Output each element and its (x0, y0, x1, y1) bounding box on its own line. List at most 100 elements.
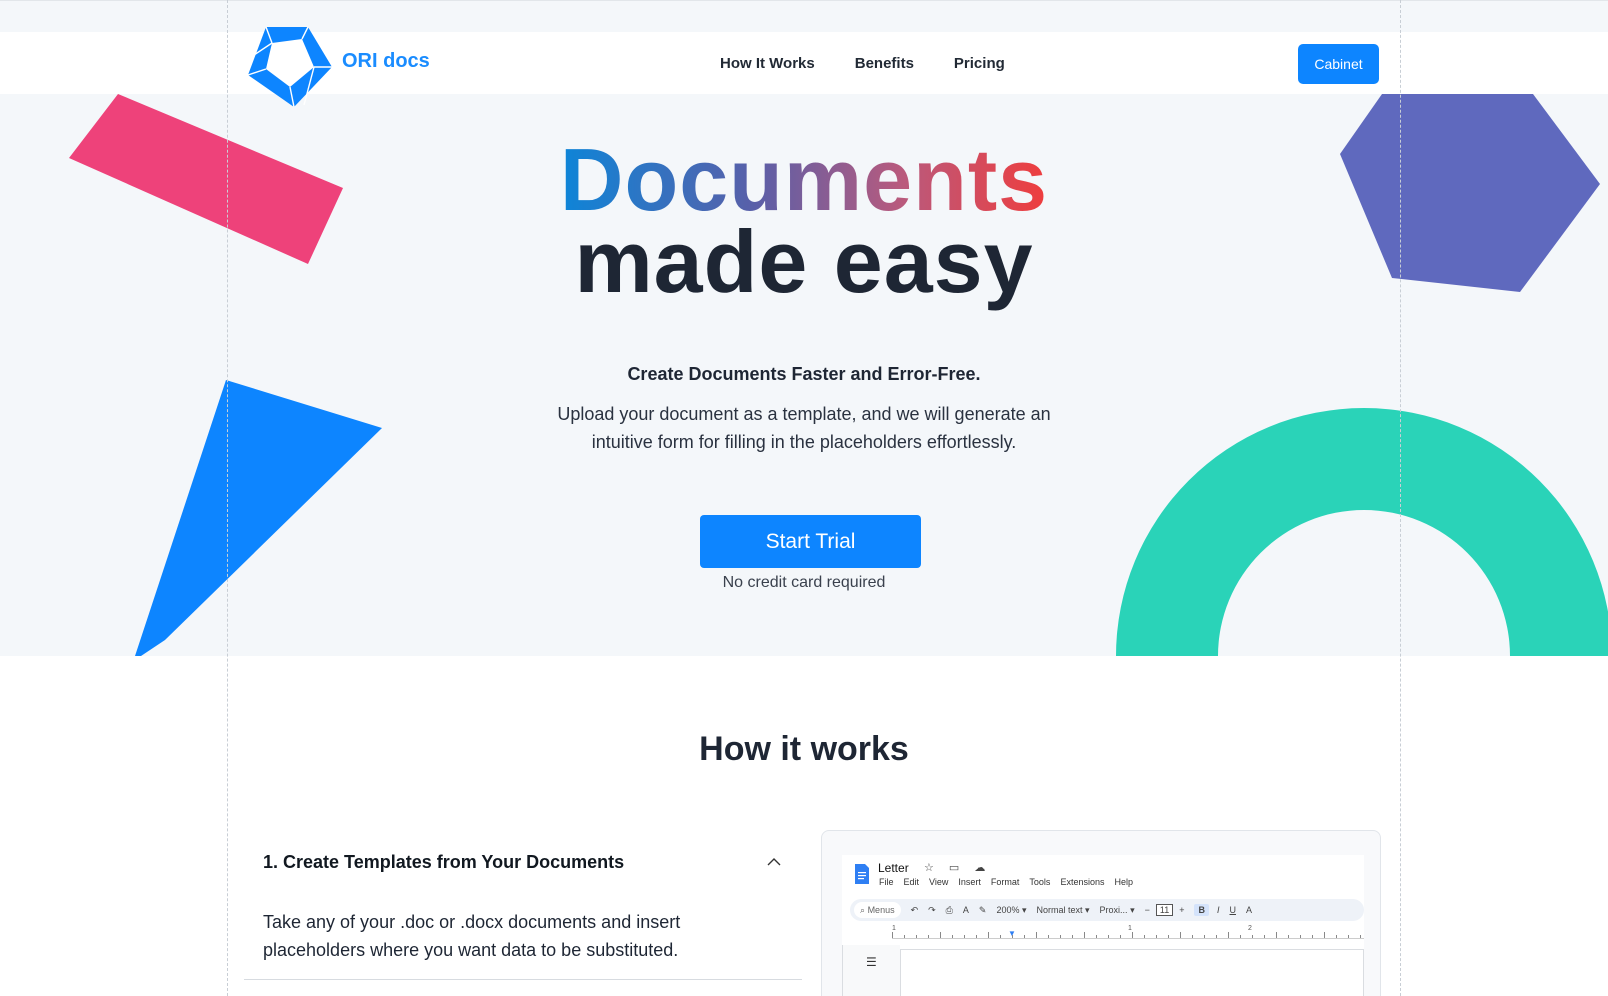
ruler-tick (1264, 935, 1265, 938)
search-icon: ⌕ (860, 904, 866, 915)
hero-title-line1: Documents (559, 130, 1049, 229)
bold-button[interactable]: B (1194, 904, 1209, 916)
ori-pentagon-logo-icon[interactable] (244, 23, 334, 107)
ruler-tick (1132, 932, 1133, 938)
italic-button[interactable]: I (1217, 905, 1220, 915)
doc-toolbar: ⌕ Menus ↶ ↷ ⎙ A ✎ 200% ▾ Normal text ▾ P… (850, 899, 1364, 921)
docs-file-icon (855, 864, 869, 884)
chevron-up-icon[interactable] (766, 856, 782, 868)
menu-edit[interactable]: Edit (904, 877, 920, 887)
ruler-tick (1300, 935, 1301, 938)
ruler-number: 1 (892, 925, 896, 932)
accordion-step-title[interactable]: 1. Create Templates from Your Documents (263, 852, 624, 873)
ruler-tick (1360, 935, 1361, 938)
menu-search[interactable]: ⌕ Menus (854, 902, 901, 918)
doc-page[interactable] (900, 949, 1364, 996)
doc-title-icons[interactable]: ☆ ▭ ☁ (924, 861, 991, 874)
ruler-tick (940, 932, 941, 938)
doc-menu-bar: File Edit View Insert Format Tools Exten… (879, 877, 1143, 887)
cabinet-button[interactable]: Cabinet (1298, 44, 1379, 84)
spellcheck-icon[interactable]: A (963, 905, 969, 915)
accordion-step-body: Take any of your .doc or .docx documents… (263, 912, 681, 960)
hero-subtitle: Create Documents Faster and Error-Free. (627, 364, 981, 384)
ruler-tick (1228, 932, 1229, 938)
font-select[interactable]: Proxi... ▾ (1100, 905, 1135, 916)
style-value: Normal text (1036, 904, 1083, 915)
document-preview: Letter ☆ ▭ ☁ File Edit View Insert Forma… (821, 830, 1381, 996)
editor-window: Letter ☆ ▭ ☁ File Edit View Insert Forma… (842, 855, 1364, 996)
brand-name[interactable]: ORI docs (342, 50, 430, 73)
ruler-tick (952, 935, 953, 938)
undo-icon[interactable]: ↶ (911, 905, 919, 916)
ruler-tick (1216, 935, 1217, 938)
font-size-decrease-icon[interactable]: − (1145, 905, 1150, 915)
menu-insert[interactable]: Insert (958, 877, 981, 887)
redo-icon[interactable]: ↷ (928, 905, 936, 916)
ruler-tick (1072, 935, 1073, 938)
hero-description: Upload your document as a template, and … (557, 404, 1051, 452)
top-strip (0, 0, 1608, 32)
font-size-input[interactable]: 11 (1155, 904, 1174, 916)
ruler-tick (1192, 935, 1193, 938)
ruler-tick (1120, 935, 1121, 938)
ruler-tick (1252, 935, 1253, 938)
nav-pricing[interactable]: Pricing (954, 55, 1005, 72)
ruler-number: 2 (1248, 925, 1252, 932)
ruler-tick (1180, 932, 1181, 938)
ruler-tick (1144, 935, 1145, 938)
ruler-tick (1288, 935, 1289, 938)
guide-line-right (1400, 0, 1401, 996)
ruler-tick (904, 935, 905, 938)
paint-format-icon[interactable]: ✎ (979, 905, 987, 916)
teal-arch-shape (1116, 408, 1608, 656)
ruler-tick (964, 935, 965, 938)
ruler-tick (1012, 935, 1013, 938)
doc-outline-panel (842, 945, 900, 996)
ruler-tick (1276, 932, 1277, 938)
underline-button[interactable]: U (1229, 905, 1236, 915)
main-nav: How It Works Benefits Pricing (720, 55, 1045, 72)
outline-list-icon[interactable]: ☰ (866, 955, 877, 969)
ruler-tick (1324, 932, 1325, 938)
nav-benefits[interactable]: Benefits (855, 55, 914, 72)
ruler-tick (1060, 935, 1061, 938)
menu-extensions[interactable]: Extensions (1060, 877, 1104, 887)
ruler-number: 1 (1128, 925, 1132, 932)
hero-section: Documents made easy Create Documents Fas… (0, 94, 1608, 656)
menu-view[interactable]: View (929, 877, 948, 887)
start-trial-button[interactable]: Start Trial (700, 515, 921, 568)
ruler: 1 1 2 ▼ (892, 925, 1364, 939)
zoom-select[interactable]: 200% ▾ (996, 905, 1026, 916)
ruler-tick (1204, 935, 1205, 938)
menu-format[interactable]: Format (991, 877, 1020, 887)
ruler-tick (1156, 935, 1157, 938)
blue-triangle-shape (135, 380, 382, 656)
font-size-increase-icon[interactable]: + (1179, 905, 1184, 915)
ruler-tick (892, 932, 893, 938)
ruler-tick (1348, 935, 1349, 938)
style-select[interactable]: Normal text ▾ (1037, 905, 1090, 916)
nav-how-it-works[interactable]: How It Works (720, 55, 815, 72)
ruler-tick (1336, 935, 1337, 938)
accordion-divider (244, 979, 802, 980)
menu-tools[interactable]: Tools (1029, 877, 1050, 887)
zoom-value: 200% (996, 904, 1020, 915)
text-color-icon[interactable]: A (1246, 905, 1252, 915)
ruler-tick (1024, 935, 1025, 938)
ruler-tick (1312, 935, 1313, 938)
menu-file[interactable]: File (879, 877, 894, 887)
ruler-tick (1168, 935, 1169, 938)
no-credit-card-note: No credit card required (722, 574, 886, 591)
font-value: Proxi... (1099, 904, 1128, 915)
hero-title-line2: made easy (574, 212, 1034, 311)
print-icon[interactable]: ⎙ (946, 905, 953, 916)
how-it-works-heading: How it works (699, 730, 909, 768)
ruler-tick (1000, 935, 1001, 938)
doc-title[interactable]: Letter (878, 861, 909, 875)
ruler-tick (1240, 935, 1241, 938)
ruler-tick (1108, 935, 1109, 938)
ruler-tick (976, 935, 977, 938)
ruler-tick (1084, 932, 1085, 938)
menu-help[interactable]: Help (1114, 877, 1133, 887)
ruler-tick (916, 935, 917, 938)
